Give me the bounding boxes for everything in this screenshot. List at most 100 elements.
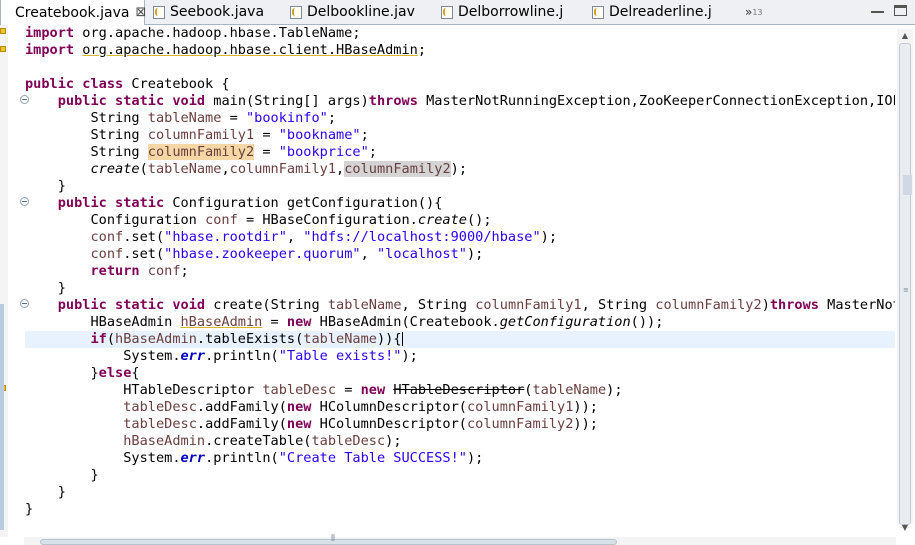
editor-tab-bar: Createbook.java ⊠ Seebook.java Delbookli… (0, 0, 915, 25)
tab-label: Seebook.java (170, 4, 265, 20)
tab-seebook[interactable]: Seebook.java (153, 0, 283, 24)
code-token: err (180, 348, 206, 364)
code-token: return (90, 263, 140, 279)
code-token: ( (106, 331, 116, 347)
code-line[interactable]: } (25, 501, 895, 518)
code-token: conf (90, 229, 124, 245)
code-token: "hdfs://localhost:9000/hbase" (303, 229, 541, 245)
tab-delbookline[interactable]: Delbookline.jav (290, 0, 440, 24)
tab-label: Delreaderline.j (609, 4, 712, 20)
code-token: , String (401, 297, 476, 313)
code-token: { (131, 365, 140, 381)
code-line[interactable]: public static void create(String tableNa… (25, 297, 895, 314)
code-line[interactable]: String tableName = "bookinfo"; (25, 110, 895, 127)
code-line[interactable]: } (25, 467, 895, 484)
code-token: "hbase.rootdir" (164, 229, 287, 245)
quick-diff-bar (0, 304, 4, 530)
code-line[interactable]: String columnFamily2 = "bookprice"; (25, 144, 895, 161)
code-token: class (82, 76, 124, 92)
code-line[interactable]: public static Configuration getConfigura… (25, 195, 895, 212)
code-token: Configuration (25, 212, 206, 228)
code-editor[interactable]: import org.apache.hadoop.hbase.TableName… (0, 25, 915, 545)
code-line[interactable]: hBaseAdmin.createTable(tableDesc); (25, 433, 895, 450)
code-token: if (90, 331, 107, 347)
code-token: "bookinfo" (246, 110, 328, 126)
code-token: MasterNotRun (827, 297, 895, 313)
code-line[interactable]: conf.set("hbase.zookeeper.quorum", "loca… (25, 246, 895, 263)
code-line[interactable]: System.err.println("Create Table SUCCESS… (25, 450, 895, 467)
code-token: = (254, 144, 279, 160)
code-line[interactable]: } (25, 280, 895, 297)
code-token: new (360, 382, 386, 398)
code-token: static (115, 93, 165, 109)
code-token: tableName (147, 110, 222, 126)
code-line[interactable]: tableDesc.addFamily(new HColumnDescripto… (25, 416, 895, 433)
code-line[interactable]: conf.set("hbase.rootdir", "hdfs://localh… (25, 229, 895, 246)
code-line[interactable]: HTableDescriptor tableDesc = new HTableD… (25, 382, 895, 399)
horizontal-scrollbar[interactable]: ⦀ (24, 534, 896, 545)
horizontal-scroll-thumb[interactable]: ⦀ (40, 534, 617, 545)
code-token: throws (368, 93, 418, 109)
code-token: org.apache.hadoop.hbase.TableName; (74, 25, 361, 41)
code-line[interactable] (25, 59, 895, 76)
tab-label: Delbookline.jav (307, 4, 415, 20)
tab-overflow-button[interactable]: » 13 (745, 0, 763, 24)
code-token: hBaseAdmin (115, 331, 197, 347)
code-token: MasterNotRunningException,ZooKeeperConne… (417, 93, 895, 109)
code-token: ; (417, 42, 427, 58)
code-line[interactable]: String columnFamily1 = "bookname"; (25, 127, 895, 144)
code-token: Configuration getConfiguration(){ (164, 195, 443, 211)
current-code-line[interactable]: if(hBaseAdmin.tableExists(tableName)){ (25, 331, 895, 348)
code-token: , (336, 161, 345, 177)
code-token: = (336, 382, 361, 398)
java-file-icon (153, 5, 165, 19)
code-token: public (57, 297, 107, 313)
code-token: "bookname" (278, 127, 361, 143)
code-token: import (25, 42, 75, 58)
annotation-ruler (0, 25, 8, 537)
code-line[interactable]: } (25, 484, 895, 501)
code-line[interactable]: System.err.println("Table exists!"); (25, 348, 895, 365)
code-line[interactable]: public class Createbook { (25, 76, 895, 93)
code-token: columnFamily2 (344, 161, 451, 177)
code-line[interactable]: return conf; (25, 263, 895, 280)
code-token: err (180, 450, 206, 466)
vertical-scroll-thumb[interactable]: ≡ (899, 43, 911, 525)
code-line[interactable]: HBaseAdmin hBaseAdmin = new HBaseAdmin(C… (25, 314, 895, 331)
maximize-button[interactable] (894, 5, 907, 16)
vertical-scrollbar[interactable]: ▲ ≡ ▼ (897, 29, 913, 532)
code-line[interactable]: }else{ (25, 365, 895, 382)
tab-delborrowline[interactable]: Delborrowline.j (441, 0, 589, 24)
code-line[interactable]: import org.apache.hadoop.hbase.TableName… (25, 25, 895, 42)
scroll-up-icon[interactable]: ▲ (897, 29, 913, 43)
minimize-button[interactable] (871, 5, 884, 13)
tab-createbook[interactable]: Createbook.java ⊠ (0, 0, 146, 25)
code-text-area[interactable]: import org.apache.hadoop.hbase.TableName… (25, 25, 895, 537)
code-token: )){ (376, 331, 402, 347)
code-line[interactable]: tableDesc.addFamily(new HColumnDescripto… (25, 399, 895, 416)
warning-icon[interactable] (0, 28, 6, 34)
code-line[interactable]: } (25, 178, 895, 195)
overview-ruler-marker[interactable] (903, 175, 912, 195)
code-token: ); (401, 348, 418, 364)
code-token: String (25, 144, 148, 160)
code-token: columnFamily2 (147, 144, 255, 160)
code-token: )); (573, 399, 598, 415)
tab-delreaderline[interactable]: Delreaderline.j (592, 0, 732, 24)
close-icon[interactable]: ⊠ (135, 5, 146, 20)
code-token: System. (25, 450, 181, 466)
code-token: new (286, 416, 312, 432)
scroll-down-icon[interactable]: ▼ (897, 521, 913, 535)
code-line[interactable]: public static void main(String[] args)th… (25, 93, 895, 110)
code-token: create(String (205, 297, 328, 313)
code-line[interactable]: create(tableName,columnFamily1,columnFam… (25, 161, 895, 178)
code-token: "Create Table SUCCESS!" (278, 450, 467, 466)
code-line[interactable]: Configuration conf = HBaseConfiguration.… (25, 212, 895, 229)
warning-icon[interactable] (0, 46, 6, 52)
code-token: .addFamily( (196, 416, 287, 432)
code-token: getConfiguration (499, 314, 631, 330)
code-line[interactable]: import org.apache.hadoop.hbase.client.HB… (25, 42, 895, 59)
